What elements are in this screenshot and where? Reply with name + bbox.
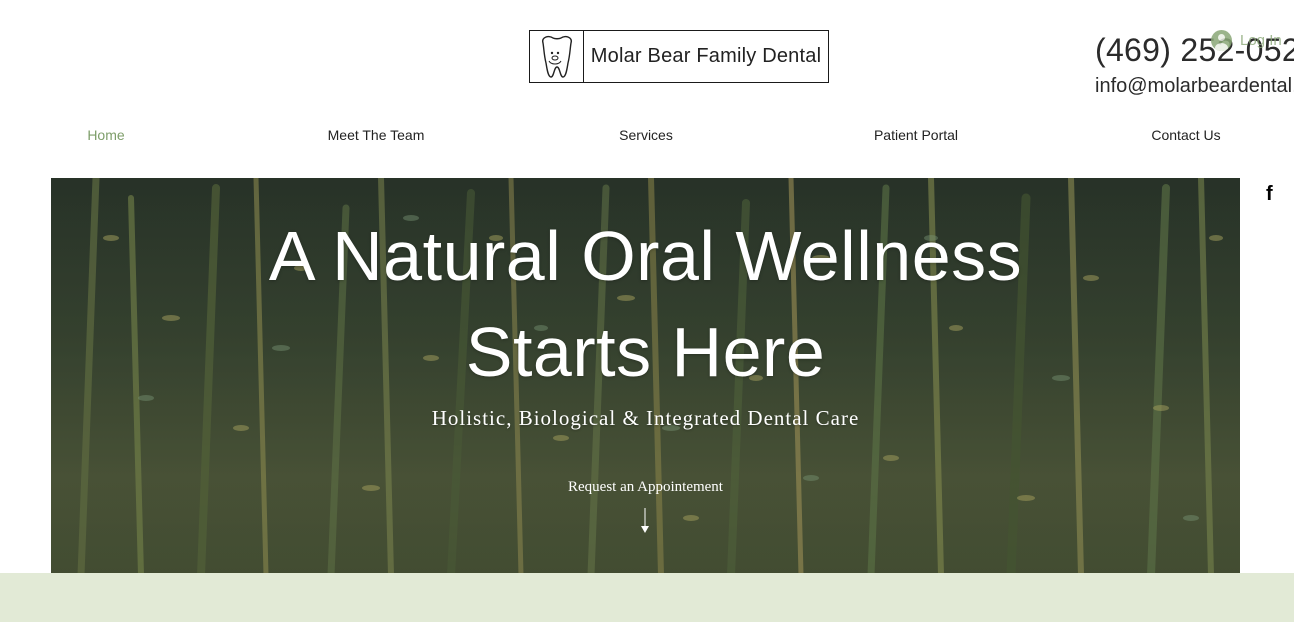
nav-item-home[interactable]: Home: [87, 127, 124, 143]
hero-banner: A Natural Oral Wellness Starts Here Holi…: [51, 178, 1240, 575]
request-appointment-link[interactable]: Request an Appointement: [51, 479, 1240, 496]
nav-item-contact-us[interactable]: Contact Us: [1151, 127, 1220, 143]
nav-item-meet-the-team[interactable]: Meet The Team: [328, 127, 425, 143]
logo-text: Molar Bear Family Dental: [590, 45, 822, 67]
login-button[interactable]: Log In: [1211, 30, 1282, 51]
email-address[interactable]: info@molarbeardental.com: [1095, 75, 1294, 98]
tooth-bear-icon: [530, 31, 584, 82]
page: Molar Bear Family Dental (469) 252-0520 …: [0, 0, 1294, 622]
section-band: [0, 573, 1294, 622]
login-label: Log In: [1240, 32, 1282, 49]
nav-item-patient-portal[interactable]: Patient Portal: [874, 127, 958, 143]
site-logo[interactable]: Molar Bear Family Dental: [529, 30, 829, 83]
arrow-down-icon[interactable]: [640, 508, 650, 534]
main-nav: Home Meet The Team Services Patient Port…: [0, 127, 1294, 147]
hero-title-line-1: A Natural Oral Wellness: [268, 217, 1023, 295]
hero-title: A Natural Oral Wellness Starts Here: [51, 208, 1240, 400]
user-avatar-icon: [1211, 30, 1232, 51]
hero-title-line-2: Starts Here: [465, 313, 826, 391]
nav-item-services[interactable]: Services: [619, 127, 673, 143]
facebook-icon[interactable]: f: [1266, 184, 1280, 204]
hero-subtitle: Holistic, Biological & Integrated Dental…: [431, 406, 860, 430]
